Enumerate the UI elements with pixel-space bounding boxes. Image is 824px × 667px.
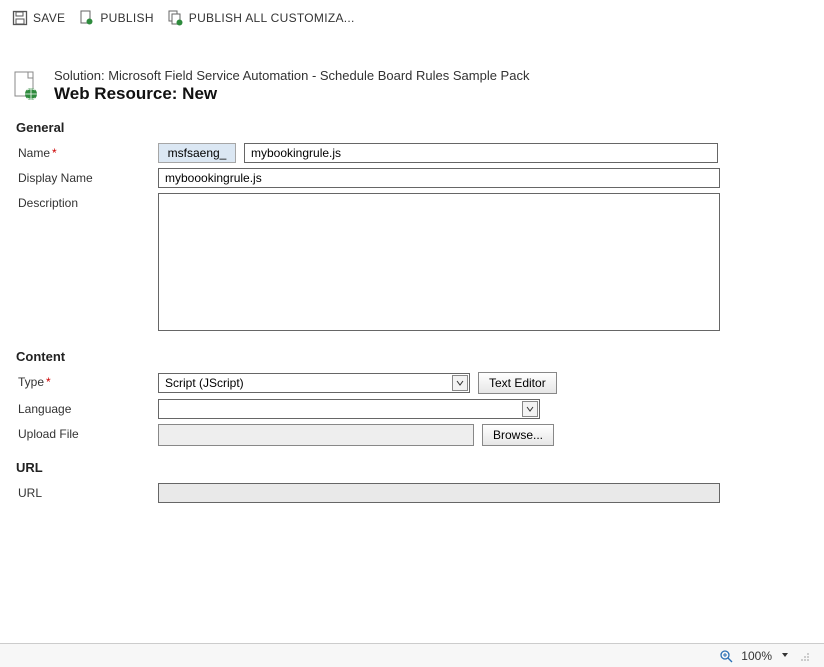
- name-prefix-field[interactable]: [158, 143, 236, 163]
- zoom-dropdown-arrow[interactable]: [780, 649, 790, 663]
- publish-label: PUBLISH: [100, 11, 153, 25]
- title-row: Solution: Microsoft Field Service Automa…: [12, 68, 812, 104]
- label-display-name: Display Name: [18, 168, 158, 185]
- url-fields: URL: [12, 483, 812, 503]
- url-output: [158, 483, 720, 503]
- description-textarea[interactable]: [158, 193, 720, 331]
- label-url: URL: [18, 483, 158, 500]
- resize-grip-icon: [798, 650, 810, 662]
- label-description: Description: [18, 193, 158, 210]
- status-bar: 100%: [0, 643, 824, 667]
- web-resource-icon: [12, 70, 40, 100]
- upload-file-path-display: [158, 424, 474, 446]
- label-name: Name*: [18, 143, 158, 160]
- name-input[interactable]: [244, 143, 718, 163]
- publish-all-icon: [168, 10, 184, 26]
- type-select[interactable]: Script (JScript): [158, 373, 470, 393]
- section-url: URL: [16, 460, 812, 475]
- label-upload-file: Upload File: [18, 424, 158, 441]
- save-label: SAVE: [33, 11, 65, 25]
- publish-icon: [79, 10, 95, 26]
- zoom-value: 100%: [741, 649, 772, 663]
- label-type: Type *: [18, 372, 158, 389]
- browse-button[interactable]: Browse...: [482, 424, 554, 446]
- section-general: General: [16, 120, 812, 135]
- language-select[interactable]: [158, 399, 540, 419]
- page-title: Web Resource: New: [54, 84, 529, 104]
- general-fields: Name* Display Name Description: [12, 143, 812, 331]
- zoom-icon: [719, 649, 733, 663]
- section-content: Content: [16, 349, 812, 364]
- command-bar: SAVE PUBLISH PUBLISH ALL CUSTOMIZA...: [0, 0, 824, 36]
- text-editor-button[interactable]: Text Editor: [478, 372, 557, 394]
- publish-all-label: PUBLISH ALL CUSTOMIZA...: [189, 11, 355, 25]
- breadcrumb: Solution: Microsoft Field Service Automa…: [54, 68, 529, 83]
- page-body: Solution: Microsoft Field Service Automa…: [0, 36, 824, 515]
- publish-all-button[interactable]: PUBLISH ALL CUSTOMIZA...: [168, 10, 355, 26]
- display-name-input[interactable]: [158, 168, 720, 188]
- save-button[interactable]: SAVE: [12, 10, 65, 26]
- save-icon: [12, 10, 28, 26]
- required-marker: *: [46, 375, 51, 389]
- content-fields: Type * Script (JScript) Text Editor Lang…: [12, 372, 812, 446]
- label-language: Language: [18, 399, 158, 416]
- required-marker: *: [52, 146, 57, 160]
- publish-button[interactable]: PUBLISH: [79, 10, 153, 26]
